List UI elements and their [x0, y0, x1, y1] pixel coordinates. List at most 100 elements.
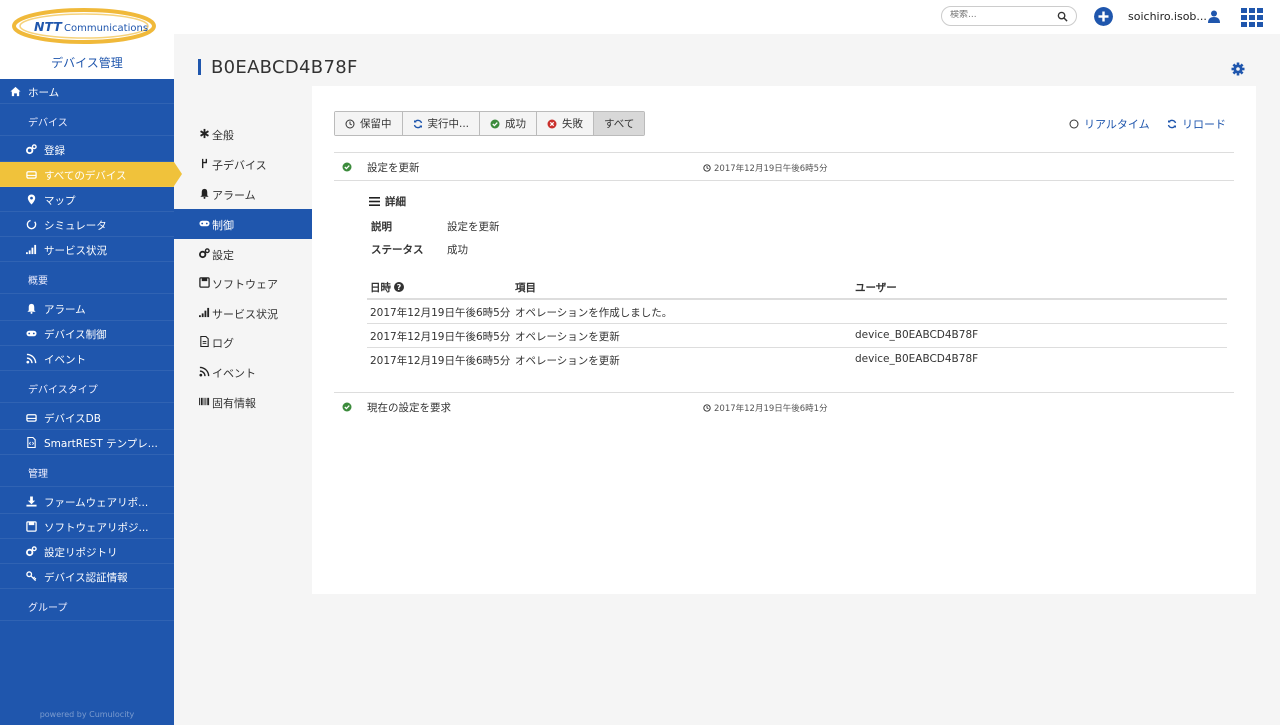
table-row: 2017年12月19日午後6時5分 オペレーションを作成しました。 [367, 300, 1227, 324]
filter-executing-button[interactable]: 実行中... [402, 112, 481, 135]
tab-general[interactable]: 全般 [174, 119, 312, 149]
add-button[interactable] [1094, 7, 1113, 26]
realtime-label: リアルタイム [1084, 118, 1150, 131]
cell-item: オペレーションを更新 [515, 355, 620, 367]
detail-heading: 詳細 [369, 194, 406, 209]
cell-time: 2017年12月19日午後6時5分 [370, 355, 511, 367]
bell-icon [27, 303, 36, 314]
tab-child-devices[interactable]: 子デバイス [174, 149, 312, 179]
status-label: ステータス [371, 244, 424, 256]
child-devices-icon [201, 158, 208, 169]
signal-icon [26, 244, 37, 255]
cell-user: device_B0EABCD4B78F [855, 329, 979, 341]
sidebar-group-device-type[interactable]: デバイスタイプ [0, 371, 174, 403]
filter-failed-button[interactable]: 失敗 [537, 112, 595, 135]
operation-row[interactable]: 設定を更新 2017年12月19日午後6時5分 [334, 152, 1234, 181]
tab-service-status[interactable]: サービス状況 [174, 298, 312, 328]
sidebar-item-label: SmartREST テンプレ... [44, 438, 158, 450]
realtime-toggle[interactable]: リアルタイム [1069, 116, 1150, 132]
history-table-header: 日時? 項目 ユーザー [367, 279, 1227, 300]
reload-label: リロード [1182, 118, 1226, 131]
app-title: デバイス管理 [51, 56, 123, 70]
sidebar-item-device-control[interactable]: デバイス制御 [0, 321, 174, 346]
operation-time: 2017年12月19日午後6時5分 [703, 162, 828, 174]
sidebar-item-label: デバイス認証情報 [44, 572, 128, 584]
sidebar-group-management[interactable]: 管理 [0, 455, 174, 487]
sidebar-item-alarms[interactable]: アラーム [0, 296, 174, 321]
filter-label: すべて [604, 118, 635, 130]
sidebar-item-home[interactable]: ホーム [0, 79, 174, 104]
tab-alarms[interactable]: アラーム [174, 179, 312, 209]
list-icon [369, 197, 380, 206]
filter-label: 成功 [505, 118, 527, 130]
sidebar-item-config-repo[interactable]: 設定リポジトリ [0, 539, 174, 564]
sidebar-group-overview[interactable]: 概要 [0, 262, 174, 294]
sidebar-item-events[interactable]: イベント [0, 346, 174, 371]
ntt-logo[interactable]: NTT Communications [12, 8, 166, 44]
sidebar-item-label: ソフトウェアリポジ... [44, 522, 149, 534]
sidebar-item-service-status[interactable]: サービス状況 [0, 237, 174, 262]
gears-icon [26, 144, 37, 155]
refresh-icon [413, 119, 422, 128]
sidebar-group-device[interactable]: デバイス [0, 104, 174, 136]
gamepad-icon [26, 330, 37, 337]
filter-label: 失敗 [562, 118, 584, 130]
tab-label: サービス状況 [212, 308, 278, 321]
sidebar-item-all-devices[interactable]: すべてのデバイス [0, 162, 182, 187]
svg-text:Communications: Communications [64, 23, 148, 34]
tab-label: ソフトウェア [212, 278, 278, 291]
sidebar-item-firmware-repo[interactable]: ファームウェアリポ... [0, 489, 174, 514]
sidebar-item-label: イベント [44, 354, 86, 366]
sidebar-item-map[interactable]: マップ [0, 187, 174, 212]
save-icon [26, 521, 37, 532]
tab-identity[interactable]: 固有情報 [174, 387, 312, 417]
app-switcher-icon[interactable] [1241, 8, 1263, 27]
col-item: 項目 [515, 282, 536, 294]
powered-by[interactable]: powered by Cumulocity [0, 710, 174, 719]
gear-icon[interactable] [1231, 62, 1245, 76]
check-circle-icon [490, 119, 500, 128]
user-icon[interactable] [1208, 10, 1220, 23]
signal-icon [199, 307, 210, 318]
sidebar-item-label: デバイス制御 [44, 329, 107, 341]
username[interactable]: soichiro.isob... [1128, 10, 1207, 23]
sidebar-item-smartrest[interactable]: SmartREST テンプレ... [0, 430, 174, 455]
status-filter-group: 保留中 実行中... 成功 失敗 すべて [334, 111, 646, 136]
reload-button[interactable]: リロード [1167, 116, 1226, 132]
sidebar: ホーム デバイス 登録 すべてのデバイス マップ シミュレータ サービス状況 概… [0, 79, 182, 725]
cell-time: 2017年12月19日午後6時5分 [370, 307, 511, 319]
file-icon [200, 336, 209, 347]
sidebar-item-label: ホーム [28, 87, 60, 99]
tab-software[interactable]: ソフトウェア [174, 268, 312, 298]
tab-events[interactable]: イベント [174, 357, 312, 387]
table-row: 2017年12月19日午後6時5分 オペレーションを更新 device_B0EA… [367, 348, 1227, 372]
tab-control[interactable]: 制御 [174, 209, 320, 239]
asterisk-icon [200, 128, 209, 139]
tab-settings[interactable]: 設定 [174, 239, 312, 269]
sidebar-item-simulator[interactable]: シミュレータ [0, 212, 174, 237]
filter-label: 実行中... [427, 118, 470, 130]
filter-pending-button[interactable]: 保留中 [335, 112, 403, 135]
search-input[interactable] [950, 10, 1050, 20]
save-icon [199, 277, 210, 288]
sidebar-item-device-credentials[interactable]: デバイス認証情報 [0, 564, 174, 589]
tab-logs[interactable]: ログ [174, 327, 312, 357]
tab-label: 全般 [212, 129, 234, 142]
sidebar-group-groups[interactable]: グループ [0, 589, 174, 621]
search-box[interactable] [941, 6, 1077, 26]
filter-all-button[interactable]: すべて [594, 112, 645, 135]
hdd-icon [26, 171, 37, 179]
cell-item: オペレーションを作成しました。 [515, 307, 673, 319]
search-icon[interactable] [1057, 11, 1068, 22]
sidebar-item-device-db[interactable]: デバイスDB [0, 405, 174, 430]
sidebar-item-software-repo[interactable]: ソフトウェアリポジ... [0, 514, 174, 539]
help-icon[interactable]: ? [394, 282, 404, 292]
map-marker-icon [27, 194, 36, 205]
filter-success-button[interactable]: 成功 [480, 112, 538, 135]
cell-item: オペレーションを更新 [515, 331, 620, 343]
operation-row[interactable]: 現在の設定を要求 2017年12月19日午後6時1分 [334, 392, 1234, 421]
refresh-icon [1167, 119, 1177, 129]
bell-icon [200, 188, 209, 199]
clock-icon [703, 404, 711, 412]
sidebar-item-register[interactable]: 登録 [0, 137, 174, 162]
